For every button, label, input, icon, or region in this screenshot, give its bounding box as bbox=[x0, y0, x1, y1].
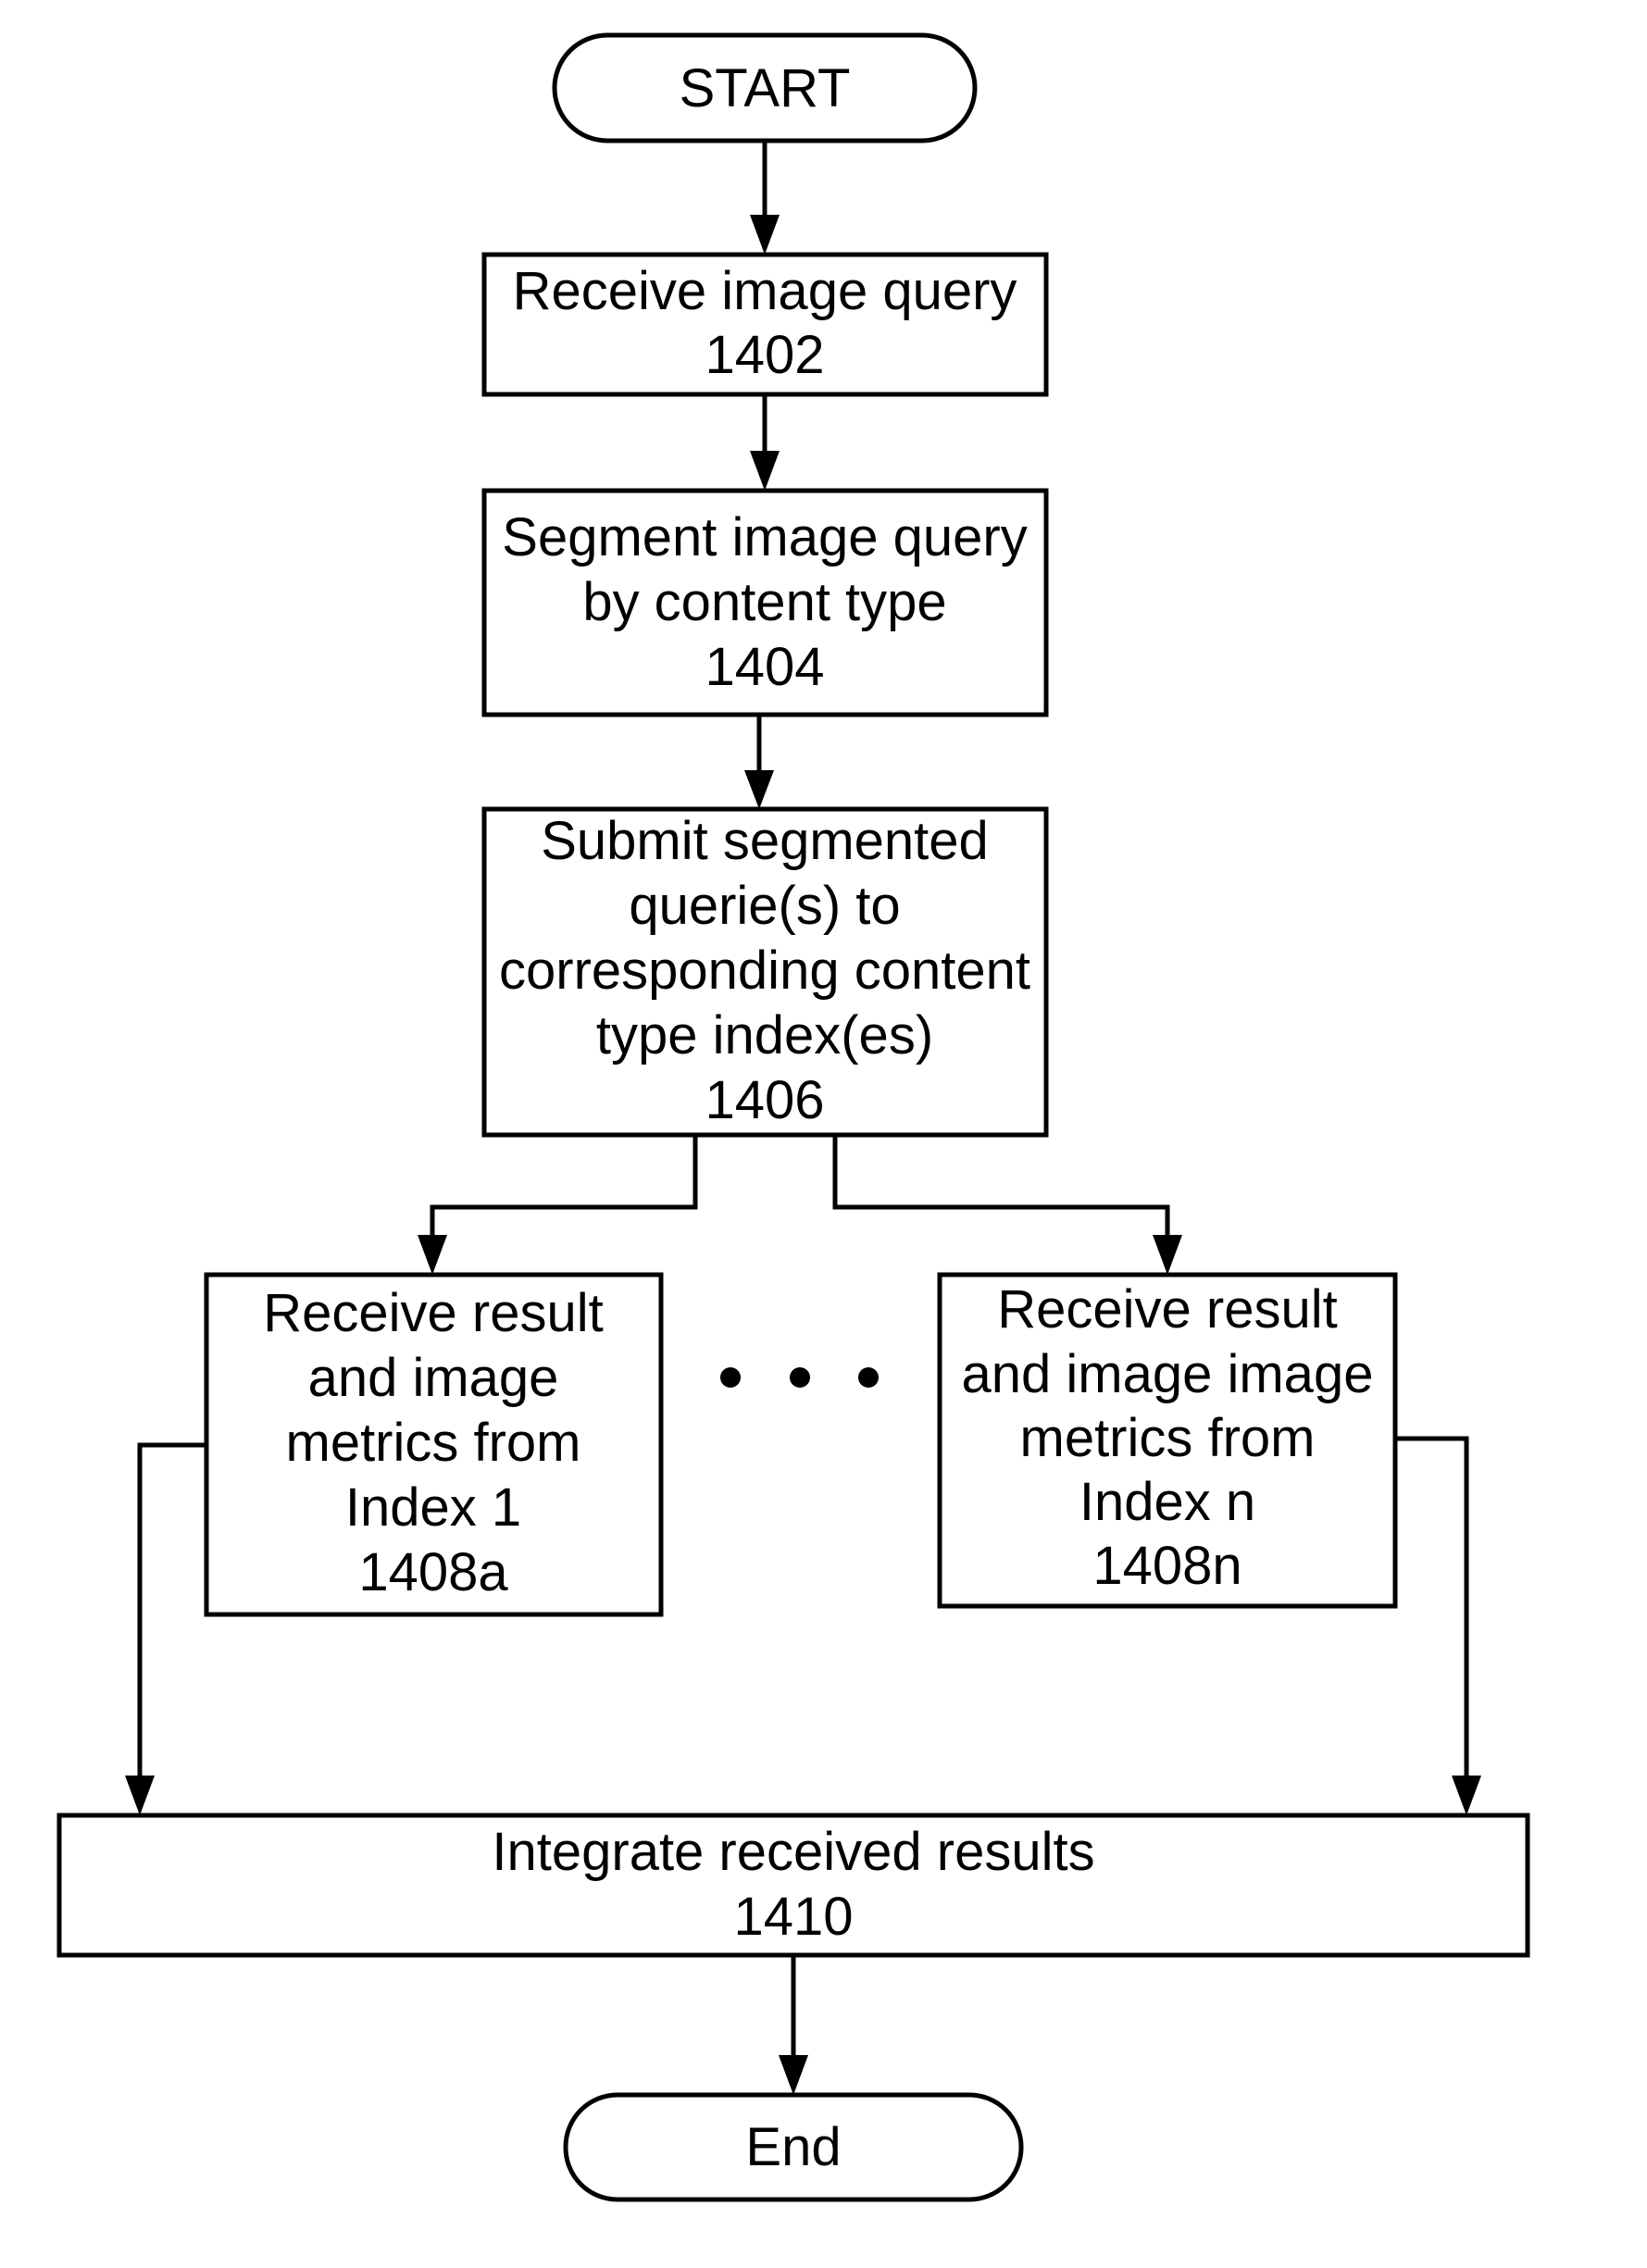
arrow-start-to-1402 bbox=[750, 141, 780, 255]
step-1408a-line-4: Index 1 bbox=[345, 1477, 521, 1538]
step-1402-box: Receive image query 1402 bbox=[481, 252, 1049, 397]
step-1408a-line-2: and image bbox=[308, 1348, 559, 1408]
start-label: START bbox=[680, 58, 851, 118]
step-1410-box: Integrate received results 1410 bbox=[56, 1813, 1530, 1958]
step-1408n-line-4: Index n bbox=[1079, 1472, 1255, 1532]
arrow-1404-to-1406 bbox=[744, 715, 774, 809]
step-1406-box: Submit segmented querie(s) to correspond… bbox=[481, 806, 1049, 1138]
step-1408n-line-3: metrics from bbox=[1020, 1408, 1316, 1468]
step-1402-line-1: Receive image query bbox=[513, 261, 1017, 321]
step-1406-line-1: Submit segmented bbox=[541, 811, 989, 871]
ellipsis-dots bbox=[720, 1367, 879, 1388]
arrow-1406-to-1408a bbox=[418, 1135, 698, 1275]
end-label: End bbox=[745, 2117, 841, 2177]
step-1406-line-3: corresponding content bbox=[499, 941, 1030, 1001]
step-1408a-line-5: 1408a bbox=[358, 1542, 508, 1602]
flowchart: START Receive image query 1402 Segment i… bbox=[56, 32, 1530, 2202]
arrow-1408a-to-1410 bbox=[125, 1442, 206, 1815]
step-1408n-line-5: 1408n bbox=[1092, 1536, 1241, 1596]
step-1402-line-2: 1402 bbox=[705, 325, 824, 385]
arrow-1408n-to-1410 bbox=[1395, 1436, 1481, 1815]
step-1408a-line-1: Receive result bbox=[263, 1283, 603, 1343]
arrow-1410-to-end bbox=[779, 1955, 808, 2095]
step-1408n-box: Receive result and image image metrics f… bbox=[937, 1272, 1398, 1609]
arrow-1406-to-1408n bbox=[832, 1135, 1182, 1275]
arrow-1402-to-1404 bbox=[750, 394, 780, 491]
end-terminal: End bbox=[563, 2092, 1024, 2202]
step-1404-box: Segment image query by content type 1404 bbox=[481, 488, 1049, 717]
start-terminal: START bbox=[552, 32, 978, 143]
step-1410-line-1: Integrate received results bbox=[492, 1822, 1094, 1882]
step-1408a-box: Receive result and image metrics from In… bbox=[204, 1272, 664, 1617]
step-1404-line-3: 1404 bbox=[705, 637, 824, 697]
step-1406-line-2: querie(s) to bbox=[629, 876, 900, 936]
ellipsis-dot bbox=[790, 1367, 810, 1388]
step-1406-line-4: type index(es) bbox=[596, 1005, 933, 1065]
step-1404-line-2: by content type bbox=[582, 572, 946, 632]
step-1410-line-2: 1410 bbox=[733, 1887, 853, 1947]
step-1406-line-5: 1406 bbox=[705, 1070, 824, 1130]
step-1408n-line-2: and image image bbox=[962, 1344, 1374, 1404]
ellipsis-dot bbox=[720, 1367, 741, 1388]
step-1404-line-1: Segment image query bbox=[502, 507, 1027, 567]
step-1408n-line-1: Receive result bbox=[997, 1279, 1337, 1340]
step-1408a-line-3: metrics from bbox=[286, 1413, 581, 1473]
ellipsis-dot bbox=[858, 1367, 879, 1388]
